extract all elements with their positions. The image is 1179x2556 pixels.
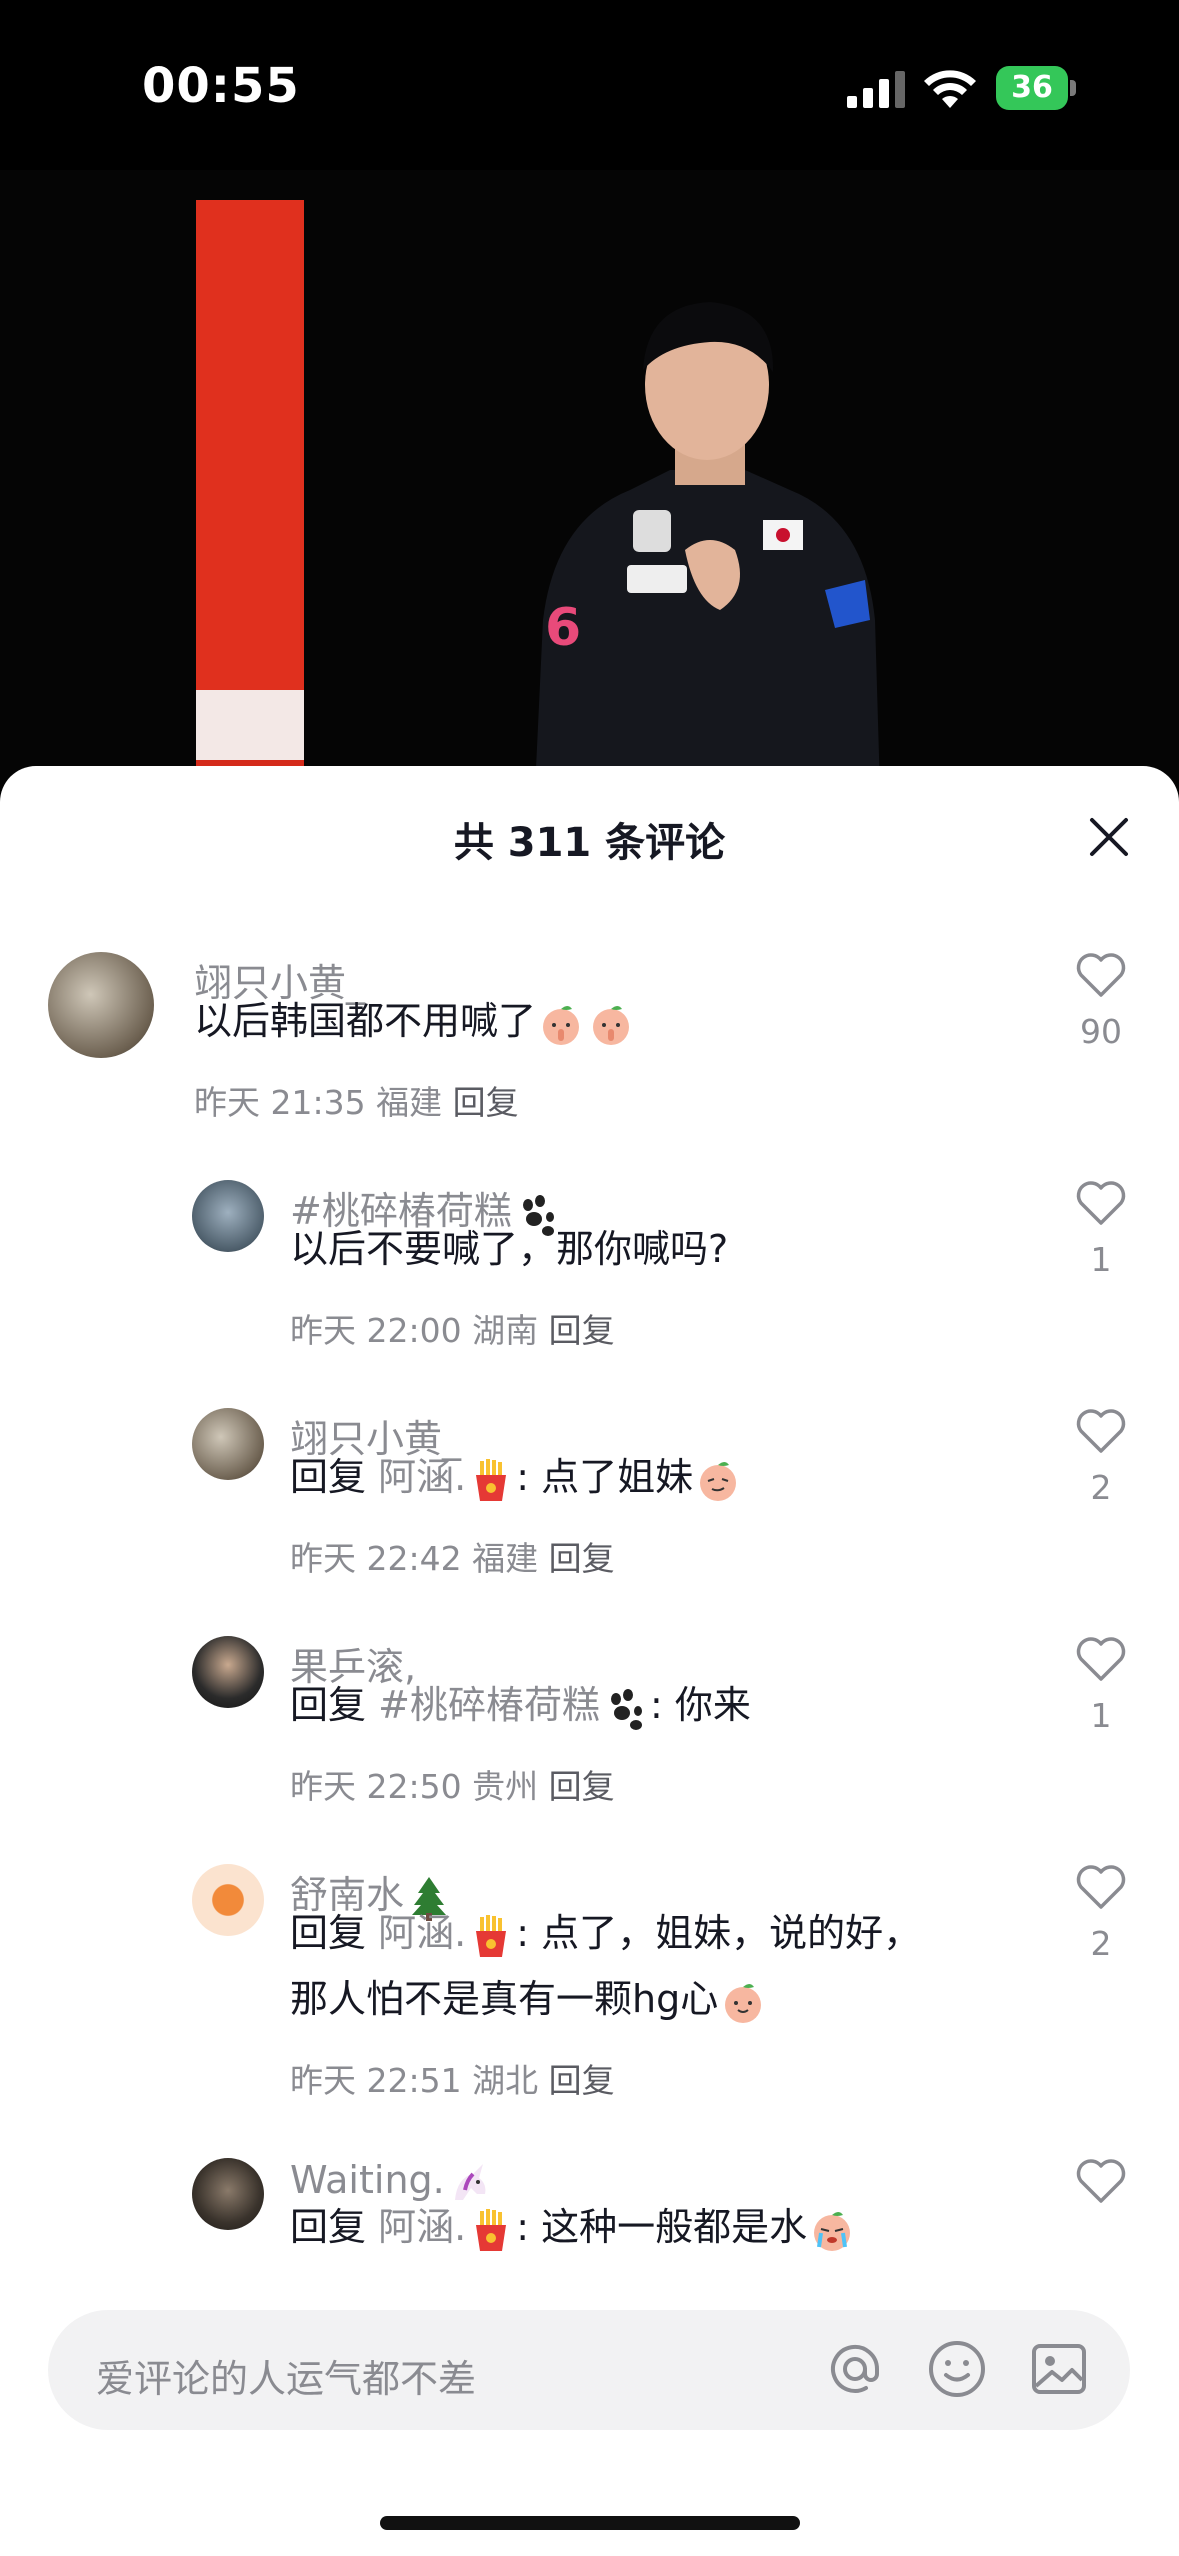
peach-smug-emoji bbox=[700, 1461, 737, 1501]
reply-item: #桃碎椿荷糕 以后不要喊了，那你喊吗? 昨天 22:00 湖南 回复 1 bbox=[0, 1180, 1179, 1380]
peach-shush-emoji bbox=[543, 1005, 580, 1045]
battery-level: 36 bbox=[996, 66, 1068, 110]
red-banner bbox=[196, 200, 304, 690]
fries-emoji bbox=[476, 2208, 507, 2251]
peach-smile-emoji bbox=[725, 1983, 762, 2023]
comment-text-line2: 那人怕不是真有一颗hg心 bbox=[290, 1966, 768, 2032]
signal-icon bbox=[847, 71, 905, 108]
avatar[interactable] bbox=[48, 952, 154, 1058]
like-count: 1 bbox=[1090, 1240, 1112, 1279]
reply-to-user[interactable]: 阿涵. bbox=[378, 1911, 466, 1955]
reply-item: 果乒滚, 回复 #桃碎椿荷糕: 你来 昨天 22:50 贵州 回复 1 bbox=[0, 1636, 1179, 1836]
paw-prints-emoji bbox=[610, 1688, 642, 1730]
comment-text: 回复 阿涵.: 这种一般都是水 bbox=[290, 2194, 857, 2260]
reply-item: 翊只小黄_ 回复 阿涵.: 点了姐妹 昨天 22:42 福建 回复 2 bbox=[0, 1408, 1179, 1608]
reply-button[interactable]: 回复 bbox=[549, 2061, 615, 2100]
comment-count-title: 共 311 条评论 bbox=[453, 820, 726, 866]
heart-icon[interactable] bbox=[1075, 952, 1127, 998]
status-bar: 00:55 36 bbox=[0, 0, 1179, 170]
comment-text: 以后不要喊了，那你喊吗? bbox=[290, 1227, 729, 1271]
wifi-icon bbox=[924, 70, 976, 108]
close-icon[interactable] bbox=[1088, 816, 1130, 858]
avatar[interactable] bbox=[192, 2158, 264, 2230]
heart-icon[interactable] bbox=[1075, 2158, 1127, 2204]
fries-emoji bbox=[476, 1458, 507, 1501]
comment-text: 回复 #桃碎椿荷糕: 你来 bbox=[290, 1672, 751, 1738]
video-player[interactable]: 6 bbox=[0, 170, 1179, 790]
heart-icon[interactable] bbox=[1075, 1180, 1127, 1226]
image-icon[interactable] bbox=[1028, 2338, 1090, 2400]
comment-meta: 昨天 22:00 湖南 回复 bbox=[290, 1311, 615, 1350]
reply-to-user[interactable]: 阿涵. bbox=[378, 1455, 466, 1499]
reply-button[interactable]: 回复 bbox=[549, 1311, 615, 1350]
reply-to-user[interactable]: 阿涵. bbox=[378, 2205, 466, 2249]
avatar[interactable] bbox=[192, 1864, 264, 1936]
fries-emoji bbox=[476, 1914, 507, 1957]
reply-to-user[interactable]: #桃碎椿荷糕 bbox=[378, 1683, 600, 1727]
player-figure: 6 bbox=[535, 302, 880, 790]
home-indicator[interactable] bbox=[380, 2516, 800, 2530]
like-count: 2 bbox=[1090, 1468, 1112, 1507]
heart-icon[interactable] bbox=[1075, 1408, 1127, 1454]
comment-meta: 昨天 22:50 贵州 回复 bbox=[290, 1767, 615, 1806]
avatar[interactable] bbox=[192, 1636, 264, 1708]
like-count: 90 bbox=[1080, 1012, 1122, 1051]
comment-text: 以后韩国都不用喊了 bbox=[194, 988, 636, 1054]
comment-item: 翊只小黄_ 以后韩国都不用喊了 昨天 21:35 福建 回复 90 bbox=[0, 952, 1179, 1152]
like-count: 2 bbox=[1090, 1924, 1112, 1963]
reply-button[interactable]: 回复 bbox=[549, 1767, 615, 1806]
comment-meta: 昨天 22:42 福建 回复 bbox=[290, 1539, 615, 1578]
avatar[interactable] bbox=[192, 1408, 264, 1480]
svg-text:6: 6 bbox=[545, 598, 581, 658]
reply-item: Waiting. 回复 阿涵.: 这种一般都是水 bbox=[0, 2158, 1179, 2308]
peach-shush-emoji bbox=[593, 1005, 630, 1045]
battery-icon: 36 bbox=[996, 66, 1076, 110]
like-count: 1 bbox=[1090, 1696, 1112, 1735]
comment-sheet: 共 311 条评论 翊只小黄_ 以后韩国都不用喊了 昨天 21:35 福建 回复… bbox=[0, 766, 1179, 2556]
comment-text: 回复 阿涵.: 点了，姐妹，说的好， bbox=[290, 1900, 921, 1966]
at-icon[interactable] bbox=[824, 2338, 886, 2400]
peach-cry-emoji bbox=[814, 2211, 851, 2251]
comment-meta: 昨天 21:35 福建 回复 bbox=[194, 1083, 519, 1122]
comment-meta: 昨天 22:51 湖北 回复 bbox=[290, 2061, 615, 2100]
reply-button[interactable]: 回复 bbox=[453, 1083, 519, 1122]
comment-text: 回复 阿涵.: 点了姐妹 bbox=[290, 1444, 743, 1510]
reply-item: 舒南水 回复 阿涵.: 点了，姐妹，说的好， 那人怕不是真有一颗hg心 昨天 2… bbox=[0, 1864, 1179, 2124]
reply-button[interactable]: 回复 bbox=[549, 1539, 615, 1578]
comment-input[interactable]: 爱评论的人运气都不差 bbox=[48, 2310, 1130, 2430]
comment-input-placeholder[interactable]: 爱评论的人运气都不差 bbox=[96, 2348, 476, 2403]
heart-icon[interactable] bbox=[1075, 1864, 1127, 1910]
status-time: 00:55 bbox=[142, 58, 300, 114]
avatar[interactable] bbox=[192, 1180, 264, 1252]
emoji-icon[interactable] bbox=[926, 2338, 988, 2400]
heart-icon[interactable] bbox=[1075, 1636, 1127, 1682]
